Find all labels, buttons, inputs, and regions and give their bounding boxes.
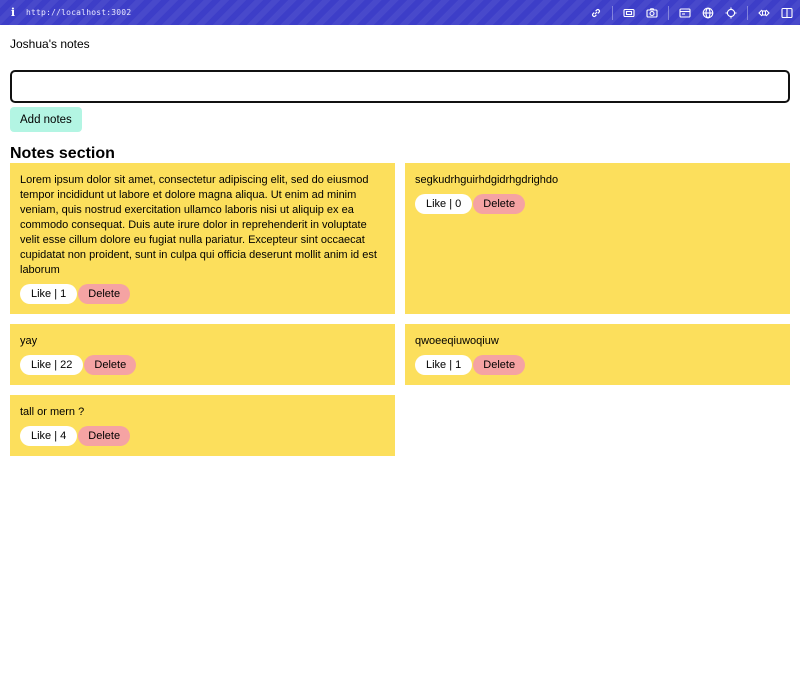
window-icon[interactable]: [678, 6, 692, 20]
note-card: Lorem ipsum dolor sit amet, consectetur …: [10, 163, 395, 314]
info-icon[interactable]: i: [0, 6, 26, 19]
app-title: Joshua's notes: [10, 37, 90, 51]
like-button[interactable]: Like | 4: [20, 426, 78, 446]
note-actions: Like | 4 Delete: [20, 426, 385, 446]
like-button[interactable]: Like | 1: [415, 355, 473, 375]
note-card: segkudrhguirhdgidrhgdrighdo Like | 0 Del…: [405, 163, 790, 314]
note-text: yay: [20, 335, 38, 347]
like-button[interactable]: Like | 0: [415, 194, 473, 214]
expand-icon[interactable]: [757, 6, 771, 20]
delete-button[interactable]: Delete: [78, 284, 131, 304]
notes-grid: Lorem ipsum dolor sit amet, consectetur …: [10, 163, 790, 456]
delete-button[interactable]: Delete: [84, 355, 137, 375]
notes-section-title: Notes section: [10, 145, 115, 162]
note-card: tall or mern ? Like | 4 Delete: [10, 395, 395, 456]
note-text: segkudrhguirhdgidrhgdrighdo: [415, 174, 559, 186]
link-icon[interactable]: [589, 6, 603, 20]
note-actions: Like | 22 Delete: [20, 355, 385, 375]
delete-button[interactable]: Delete: [473, 194, 526, 214]
crosshair-icon[interactable]: [724, 6, 738, 20]
like-button[interactable]: Like | 1: [20, 284, 78, 304]
add-notes-button[interactable]: Add notes: [10, 107, 82, 132]
note-actions: Like | 1 Delete: [20, 284, 385, 304]
delete-button[interactable]: Delete: [78, 426, 131, 446]
note-text: qwoeeqiuwoqiuw: [415, 335, 499, 347]
address-bar-url[interactable]: http://localhost:3002: [26, 8, 131, 17]
note-card: yay Like | 22 Delete: [10, 324, 395, 385]
note-text: Lorem ipsum dolor sit amet, consectetur …: [20, 174, 377, 276]
browser-toolbar-icons: [580, 0, 794, 25]
browser-toolbar: i http://localhost:3002: [0, 0, 800, 25]
screenshot-icon[interactable]: [622, 6, 636, 20]
like-button[interactable]: Like | 22: [20, 355, 84, 375]
toolbar-separator: [612, 5, 613, 20]
note-card: qwoeeqiuwoqiuw Like | 1 Delete: [405, 324, 790, 385]
note-text: tall or mern ?: [20, 406, 85, 418]
camera-icon[interactable]: [645, 6, 659, 20]
globe-icon[interactable]: [701, 6, 715, 20]
sidebar-icon[interactable]: [780, 6, 794, 20]
app-container: Joshua's notes Add notes Notes section L…: [0, 25, 800, 456]
note-input[interactable]: [10, 70, 790, 103]
toolbar-separator: [668, 5, 669, 20]
note-actions: Like | 0 Delete: [415, 194, 780, 214]
delete-button[interactable]: Delete: [473, 355, 526, 375]
note-actions: Like | 1 Delete: [415, 355, 780, 375]
toolbar-separator: [747, 5, 748, 20]
